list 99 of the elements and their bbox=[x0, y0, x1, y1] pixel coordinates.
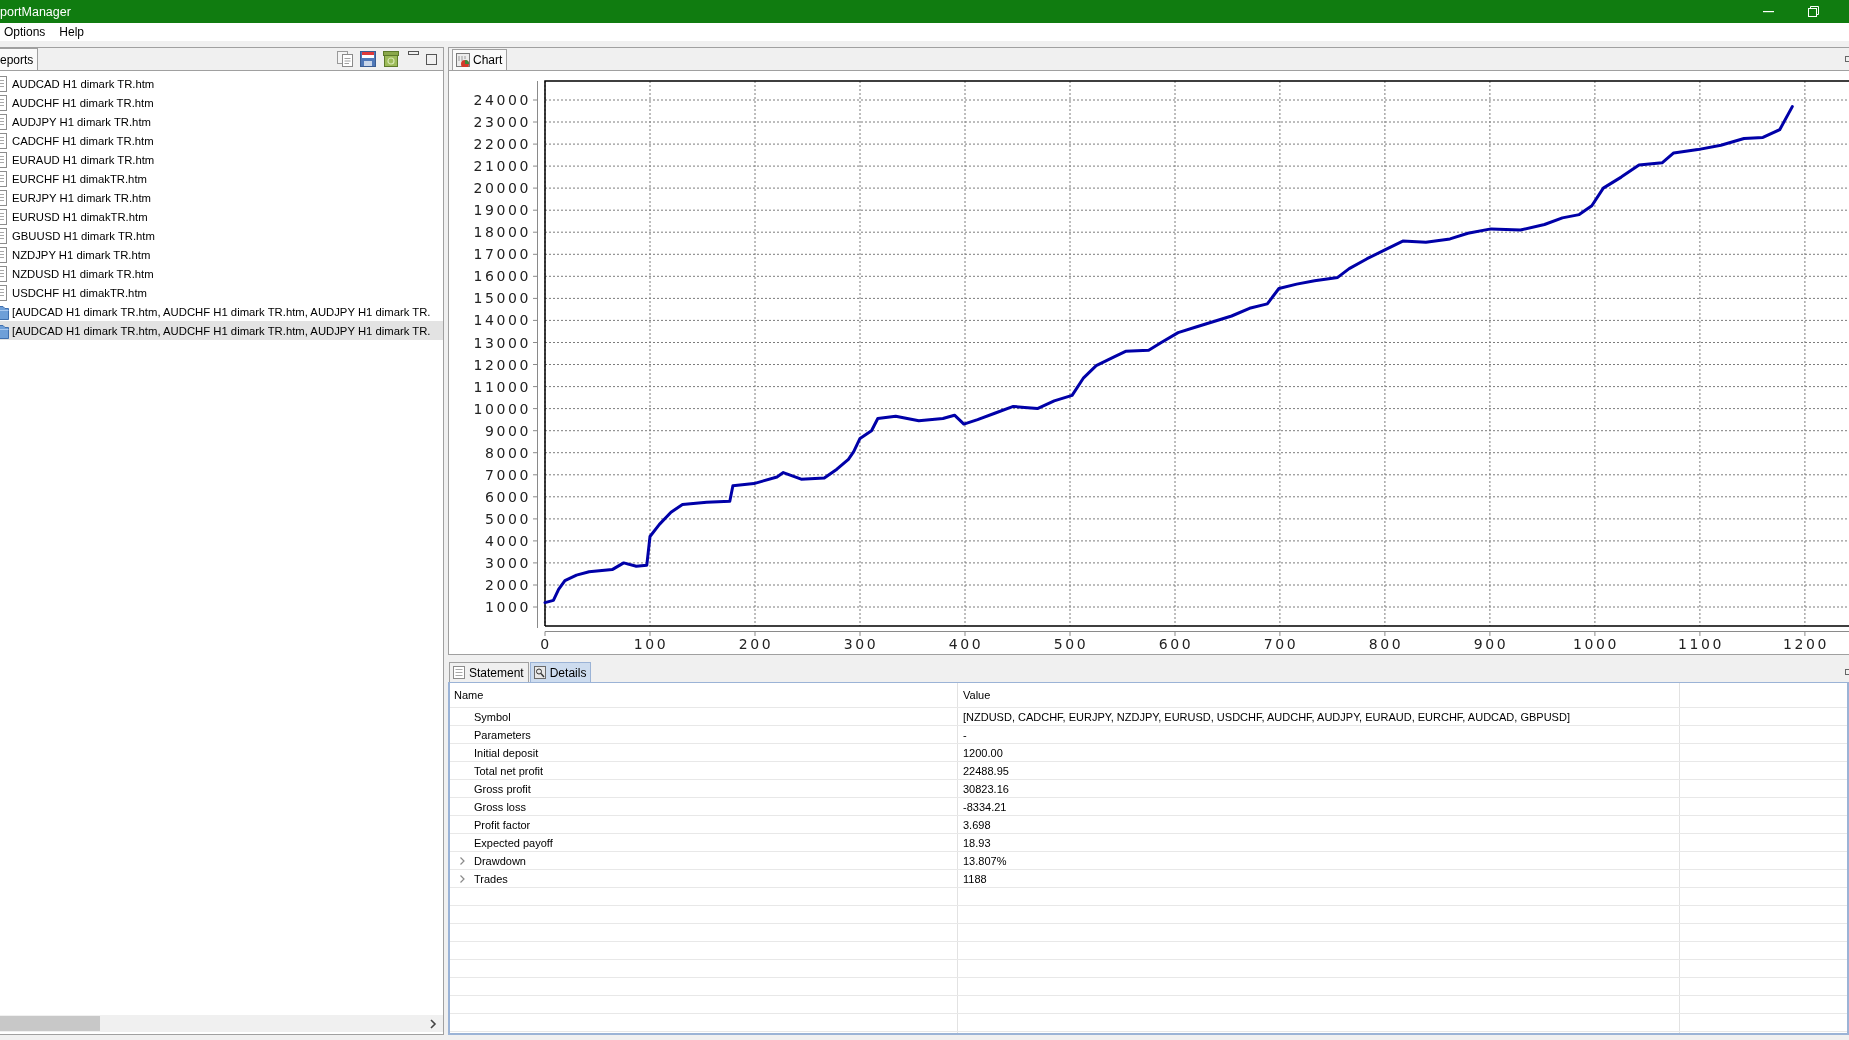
folder-icon bbox=[0, 303, 9, 320]
y-axis-label: 16000 bbox=[473, 268, 531, 285]
folder-icon bbox=[0, 322, 9, 339]
list-item[interactable]: [AUDCAD H1 dimark TR.htm, AUDCHF H1 dimark TR.htm, AUDJPY H1 dimark TR. bbox=[0, 302, 443, 321]
x-axis-label: 0 bbox=[540, 636, 552, 652]
magnifier-icon bbox=[533, 666, 546, 679]
maximize-icon[interactable] bbox=[1845, 56, 1849, 62]
y-axis-label: 17000 bbox=[473, 246, 531, 263]
menu-item[interactable]: Help bbox=[55, 23, 89, 41]
list-item[interactable]: AUDCHF H1 dimark TR.htm bbox=[0, 93, 443, 112]
save-icon[interactable] bbox=[360, 51, 376, 67]
property-name: Expected payoff bbox=[474, 837, 553, 849]
y-axis-label: 12000 bbox=[473, 356, 531, 373]
list-item[interactable]: GBUUSD H1 dimark TR.htm bbox=[0, 226, 443, 245]
y-axis-label: 8000 bbox=[484, 444, 531, 461]
x-axis-label: 200 bbox=[738, 636, 774, 652]
property-name: Parameters bbox=[474, 729, 531, 741]
y-axis-label: 14000 bbox=[473, 312, 531, 329]
list-item[interactable]: AUDJPY H1 dimark TR.htm bbox=[0, 112, 443, 131]
x-axis-label: 400 bbox=[948, 636, 984, 652]
list-item[interactable]: NZDJPY H1 dimark TR.htm bbox=[0, 245, 443, 264]
x-axis-label: 700 bbox=[1263, 636, 1299, 652]
property-name: Drawdown bbox=[474, 855, 526, 867]
x-axis-label: 600 bbox=[1158, 636, 1194, 652]
maximize-icon[interactable] bbox=[426, 53, 437, 65]
scroll-right-icon[interactable] bbox=[430, 1018, 437, 1029]
y-axis-label: 6000 bbox=[484, 488, 531, 505]
minimize-icon[interactable] bbox=[1763, 10, 1774, 13]
y-axis-label: 20000 bbox=[473, 180, 531, 197]
y-axis-label: 5000 bbox=[484, 510, 531, 527]
y-axis-label: 9000 bbox=[484, 422, 531, 439]
document-icon bbox=[453, 666, 465, 679]
list-item[interactable]: EURJPY H1 dimark TR.htm bbox=[0, 188, 443, 207]
copy-icon[interactable] bbox=[337, 51, 353, 67]
property-name: Gross profit bbox=[474, 783, 531, 795]
property-value: 13.807% bbox=[963, 855, 1007, 867]
list-item[interactable]: USDCHF H1 dimakTR.htm bbox=[0, 283, 443, 302]
x-axis-label: 1100 bbox=[1677, 636, 1724, 652]
y-axis-label: 19000 bbox=[473, 202, 531, 219]
restore-icon[interactable] bbox=[1808, 6, 1819, 17]
property-name: Profit factor bbox=[474, 819, 531, 831]
x-axis-label: 500 bbox=[1053, 636, 1089, 652]
column-header: Name bbox=[454, 689, 484, 701]
expand-icon[interactable] bbox=[459, 874, 466, 884]
list-item[interactable]: EURUSD H1 dimakTR.htm bbox=[0, 207, 443, 226]
y-axis-label: 23000 bbox=[473, 114, 531, 130]
property-name: Gross loss bbox=[474, 801, 526, 813]
property-value: 1200.00 bbox=[963, 747, 1003, 759]
expand-icon[interactable] bbox=[459, 856, 466, 866]
panel-tab[interactable]: Statement bbox=[449, 662, 529, 682]
y-axis-label: 1000 bbox=[484, 599, 531, 615]
property-name: Trades bbox=[474, 873, 508, 885]
x-axis-label: 100 bbox=[633, 636, 669, 652]
y-axis-label: 11000 bbox=[473, 378, 531, 395]
property-name: Total net profit bbox=[474, 765, 544, 777]
panel-tab[interactable]: Chart bbox=[452, 49, 508, 70]
horizontal-scrollbar[interactable] bbox=[0, 1015, 443, 1032]
column-header: Value bbox=[963, 689, 991, 701]
y-axis-label: 13000 bbox=[473, 334, 531, 351]
y-axis-label: 10000 bbox=[473, 400, 531, 417]
y-axis-label: 22000 bbox=[473, 136, 531, 153]
y-axis-label: 4000 bbox=[484, 532, 531, 549]
property-value: 30823.16 bbox=[963, 783, 1009, 795]
list-item[interactable]: EURCHF H1 dimakTR.htm bbox=[0, 169, 443, 188]
menu-item[interactable]: Options bbox=[0, 23, 50, 41]
archive-icon[interactable] bbox=[383, 51, 399, 67]
property-value: 1188 bbox=[963, 873, 987, 885]
property-value: -8334.21 bbox=[963, 801, 1007, 813]
x-axis-label: 1000 bbox=[1572, 636, 1619, 652]
y-axis-label: 24000 bbox=[473, 92, 531, 108]
y-axis-label: 15000 bbox=[473, 290, 531, 307]
minimize-icon[interactable] bbox=[408, 51, 419, 55]
panel-tab[interactable]: eports bbox=[0, 48, 39, 70]
maximize-icon[interactable] bbox=[1845, 668, 1849, 675]
list-item[interactable]: EURAUD H1 dimark TR.htm bbox=[0, 150, 443, 169]
list-item[interactable]: AUDCAD H1 dimark TR.htm bbox=[0, 74, 443, 93]
property-value: 18.93 bbox=[963, 837, 991, 849]
property-value: - bbox=[963, 729, 967, 741]
property-name: Initial deposit bbox=[474, 747, 539, 759]
x-axis-label: 900 bbox=[1473, 636, 1509, 652]
y-axis-label: 18000 bbox=[473, 224, 531, 241]
window-title: portManager bbox=[0, 4, 72, 19]
property-value: 3.698 bbox=[963, 819, 991, 831]
y-axis-label: 3000 bbox=[484, 554, 531, 571]
property-value: [NZDUSD, CADCHF, EURJPY, NZDJPY, EURUSD, USDCHF, AUDCHF, AUDJPY, EURAUD, EURCHF, AUDCAD, GBPUSD] bbox=[963, 711, 1570, 723]
y-axis-label: 7000 bbox=[484, 466, 531, 483]
chart-icon bbox=[456, 53, 470, 67]
panel-tab[interactable]: Details bbox=[529, 662, 592, 682]
property-value: 22488.95 bbox=[963, 765, 1009, 777]
list-item[interactable]: CADCHF H1 dimark TR.htm bbox=[0, 131, 443, 150]
x-axis-label: 800 bbox=[1368, 636, 1404, 652]
list-item[interactable]: NZDUSD H1 dimark TR.htm bbox=[0, 264, 443, 283]
y-axis-label: 21000 bbox=[473, 158, 531, 175]
list-item[interactable]: [AUDCAD H1 dimark TR.htm, AUDCHF H1 dimark TR.htm, AUDJPY H1 dimark TR. bbox=[0, 321, 443, 340]
scrollbar-thumb[interactable] bbox=[0, 1016, 100, 1031]
x-axis-label: 1200 bbox=[1782, 636, 1829, 652]
y-axis-label: 2000 bbox=[484, 577, 531, 593]
x-axis-label: 300 bbox=[843, 636, 879, 652]
property-name: Symbol bbox=[474, 711, 511, 723]
